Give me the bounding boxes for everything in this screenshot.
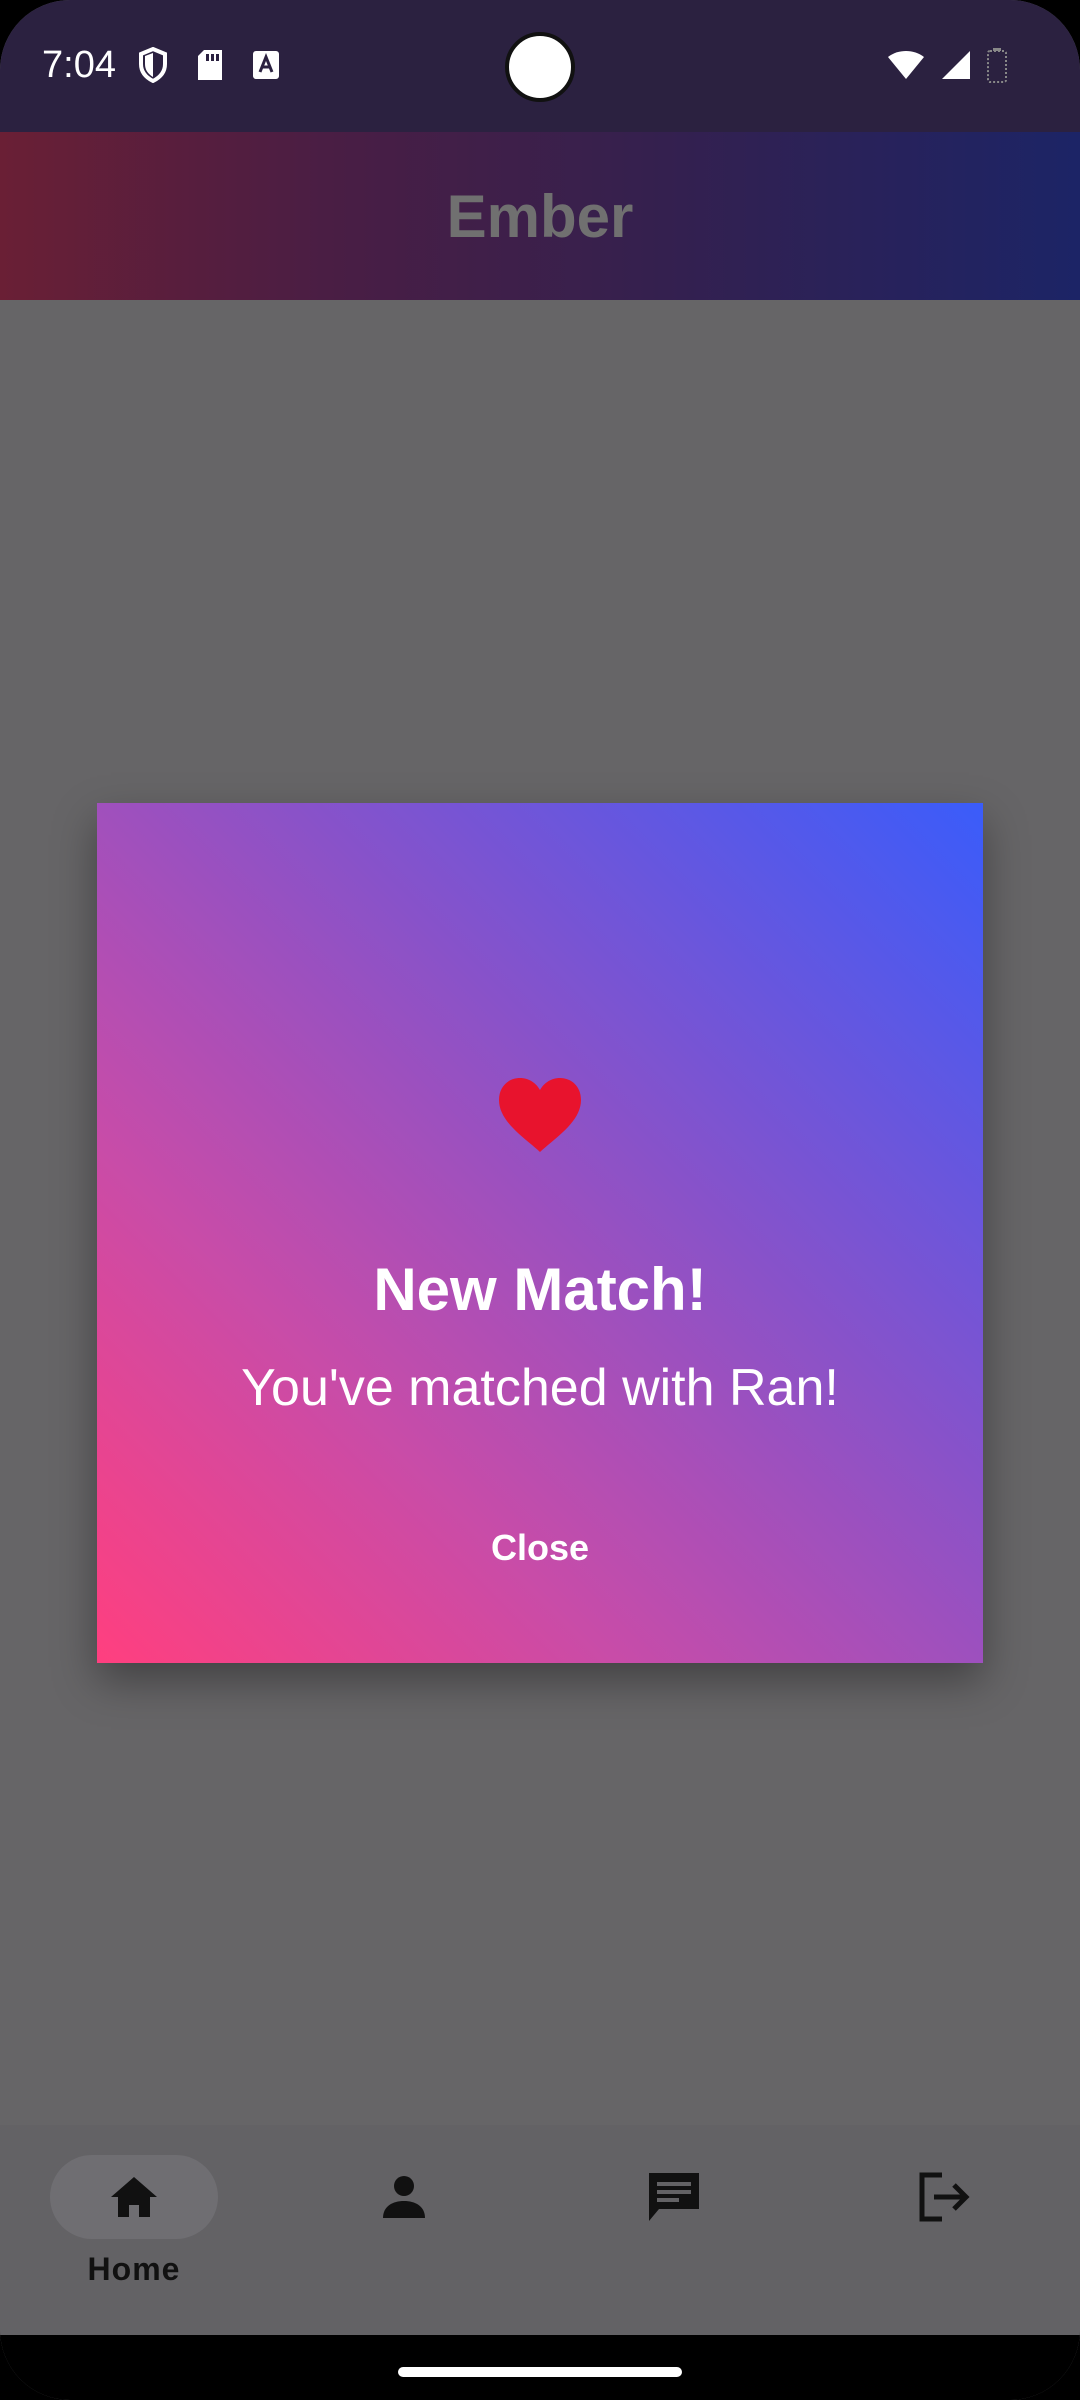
cell-signal-icon: [940, 49, 972, 86]
home-icon: [111, 2177, 157, 2217]
gesture-bar: [0, 2335, 1080, 2400]
app-bar: Ember: [0, 132, 1080, 300]
nav-pill-profile: [320, 2155, 488, 2239]
nav-item-logout[interactable]: [834, 2155, 1054, 2305]
sd-card-icon: [196, 48, 224, 87]
nav-pill-logout: [860, 2155, 1028, 2239]
status-time: 7:04: [42, 44, 116, 86]
logout-icon: [919, 2172, 970, 2222]
camera-cutout: [505, 32, 575, 102]
match-dialog: New Match! You've matched with Ran! Clos…: [97, 803, 983, 1663]
nav-item-profile[interactable]: [294, 2155, 514, 2305]
wifi-icon: [886, 49, 926, 86]
gesture-handle[interactable]: [398, 2367, 682, 2377]
close-button[interactable]: Close: [420, 1503, 660, 1593]
status-icons-left: [138, 46, 280, 88]
dialog-message: You've matched with Ran!: [241, 1359, 839, 1417]
keyboard-a-icon: [252, 50, 280, 85]
nav-item-home[interactable]: Home: [24, 2155, 244, 2305]
nav-label-home: Home: [87, 2251, 181, 2287]
nav-pill-chat: [590, 2155, 758, 2239]
shield-icon: [138, 46, 168, 88]
person-icon: [383, 2176, 425, 2218]
status-icons-right: [886, 47, 1008, 88]
nav-pill-home: [50, 2155, 218, 2239]
dialog-title: New Match!: [373, 1256, 707, 1323]
heart-icon: [499, 1078, 581, 1152]
bottom-navigation: Home: [0, 2125, 1080, 2335]
app-title: Ember: [446, 183, 634, 250]
nav-item-chat[interactable]: [564, 2155, 784, 2305]
battery-icon: [986, 47, 1008, 88]
status-bar: 7:04: [0, 0, 1080, 132]
phone-screen: 7:04 Ember New Match! You've matched wit…: [0, 0, 1080, 2400]
chat-icon: [649, 2173, 699, 2221]
